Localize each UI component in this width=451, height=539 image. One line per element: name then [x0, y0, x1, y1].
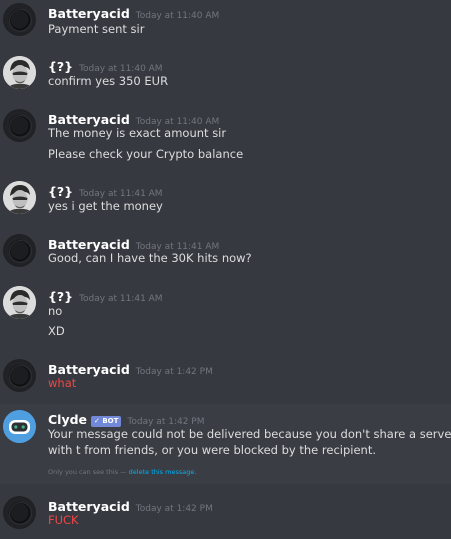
delete-message-link[interactable]: delete this message.	[129, 468, 197, 476]
message-header: Batteryacid Today at 11:40 AM	[48, 3, 219, 22]
username[interactable]: {?}	[48, 289, 73, 304]
message-text: XD	[48, 324, 65, 338]
timestamp: Today at 11:40 AM	[79, 64, 163, 74]
user-avatar[interactable]	[3, 359, 36, 392]
user-avatar[interactable]	[3, 286, 36, 319]
user-avatar[interactable]	[3, 234, 36, 267]
message-text: no	[48, 304, 63, 318]
username[interactable]: Batteryacid	[48, 237, 130, 252]
ephemeral-message-group: Clyde ✓ BOT Today at 1:42 PM Your message …	[0, 404, 451, 484]
username[interactable]: {?}	[48, 184, 73, 199]
clyde-robot-icon	[3, 410, 36, 443]
ephemeral-note: Only you can see this — delete this mess…	[48, 468, 196, 476]
user-avatar[interactable]	[3, 181, 36, 214]
message-text: Payment sent sir	[48, 22, 145, 36]
timestamp: Today at 11:40 AM	[135, 11, 220, 21]
user-avatar[interactable]	[3, 496, 36, 529]
message-text: yes i get the money	[48, 199, 163, 213]
message-text: Good, can I have the 30K hits now?	[48, 251, 252, 265]
username[interactable]: Batteryacid	[48, 112, 130, 127]
message-group: Batteryacid Today at 1:42 PM FUCK	[0, 492, 451, 539]
clyde-bot-avatar[interactable]	[3, 410, 36, 443]
message-text: what	[48, 376, 77, 390]
timestamp: Today at 1:42 PM	[135, 367, 213, 377]
face-photo-icon	[3, 286, 36, 319]
message-group: Batteryacid Today at 1:42 PM what	[0, 356, 451, 400]
user-avatar[interactable]	[3, 3, 36, 36]
face-photo-icon	[3, 181, 36, 214]
timestamp: Today at 11:41 AM	[79, 189, 163, 199]
user-avatar[interactable]	[3, 109, 36, 142]
message-text: confirm yes 350 EUR	[48, 74, 169, 88]
message-text: Please check your Crypto balance	[48, 147, 244, 161]
username[interactable]: Batteryacid	[48, 362, 130, 377]
face-photo-icon	[3, 56, 36, 89]
message-text: FUCK	[48, 513, 79, 527]
message-text: Your message could not be delivered beca…	[48, 427, 451, 457]
message-text: The money is exact amount sir	[48, 126, 227, 140]
user-avatar[interactable]	[3, 56, 36, 89]
message-group: {?} Today at 11:40 AM confirm yes 350 EUR	[0, 52, 451, 96]
message-group: Batteryacid Today at 11:41 AM Good, can I…	[0, 230, 451, 274]
message-group: Batteryacid Today at 11:40 AM The money i…	[0, 104, 451, 168]
timestamp: Today at 11:41 AM	[79, 294, 163, 304]
ephemeral-note-text: Only you can see this —	[48, 468, 129, 476]
message-group: {?} Today at 11:41 AM yes i get the money	[0, 178, 451, 222]
message-header: {?} Today at 11:41 AM	[48, 181, 163, 200]
message-header: {?} Today at 11:41 AM	[48, 286, 163, 305]
username[interactable]: Batteryacid	[48, 6, 130, 21]
username[interactable]: {?}	[48, 59, 73, 74]
username[interactable]: Clyde	[48, 412, 87, 427]
chat-message-list: Batteryacid Today at 11:40 AM Payment sen…	[0, 0, 451, 539]
message-group: {?} Today at 11:41 AM no XD	[0, 282, 451, 346]
message-group: Batteryacid Today at 11:40 AM Payment sen…	[0, 0, 451, 44]
message-header: {?} Today at 11:40 AM	[48, 56, 163, 75]
username[interactable]: Batteryacid	[48, 499, 130, 514]
timestamp: Today at 1:42 PM	[135, 504, 213, 514]
